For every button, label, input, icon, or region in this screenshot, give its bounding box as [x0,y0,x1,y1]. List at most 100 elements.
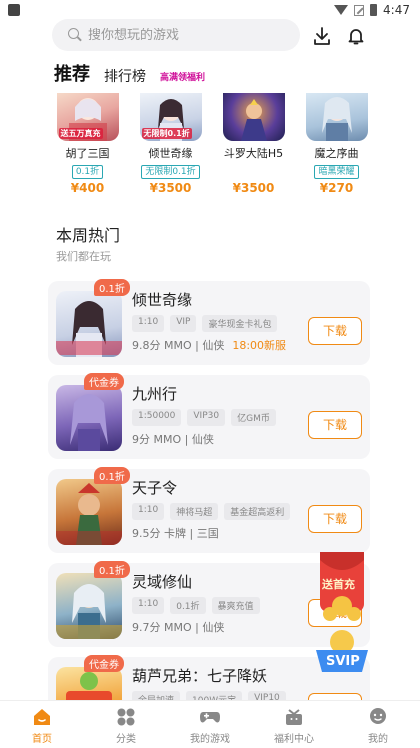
game-tag: 暴爽充值 [211,597,260,614]
bottom-nav: 首页 分类 我的游戏 福利中心 我的 [0,700,420,748]
game-tag: 0.1折 [71,165,104,179]
game-list-item[interactable]: 代金券 九州行 1:50000 VIP30 亿GM币 9分 MMO | 仙侠 下… [48,373,370,459]
first-charge-redpack[interactable]: 送首充 [318,550,366,626]
game-tag: 神将马超 [170,503,219,520]
download-button[interactable]: 下载 [308,505,362,533]
voucher-badge: 代金券 [84,655,124,672]
game-meta: 9.8分 MMO | 仙侠 18:00新服 [132,337,286,353]
game-tag: 1:10 [132,503,165,520]
section-subtitle: 我们都在玩 [56,250,111,263]
section-title: 本周热门 [56,226,121,245]
voucher-badge: 代金券 [84,373,124,390]
game-name: 葫芦兄弟：七子降妖 [132,667,268,685]
search-icon [68,28,82,42]
cover-label: 无限制0.1折 [141,128,192,139]
nav-category[interactable]: 分类 [84,701,168,748]
game-tag: VIP30 [187,409,226,426]
top-tabs: 推荐 排行榜 高满领福利 [54,60,205,86]
game-meta: 9分 MMO | 仙侠 [132,431,214,447]
game-tag: VIP [170,315,197,332]
recommended-item[interactable]: 无限制0.1折 倾世奇缘 无限制0.1折 ¥3500 [129,93,212,203]
status-bar: 4:47 [0,0,420,20]
game-name: 魔之序曲 [314,147,359,160]
game-icon [56,385,122,451]
game-price: ¥3500 [149,181,192,195]
recommended-item[interactable]: 送五万真充 胡了三国 0.1折 ¥400 [46,93,129,203]
nav-profile[interactable]: 我的 [336,701,420,748]
search-bar[interactable] [52,19,300,51]
game-cover [305,93,368,141]
recommended-item[interactable]: 魔之序曲 暗黑荣耀 ¥270 [295,93,378,203]
game-icon [56,291,122,357]
rating-genre: 9.8分 MMO | 仙侠 [132,339,225,352]
bell-icon[interactable] [344,24,368,48]
nav-label: 分类 [116,734,136,745]
discount-badge: 0.1折 [94,561,130,578]
game-tags: 1:10 VIP 豪华现金卡礼包 [132,315,278,332]
tab-recommend[interactable]: 推荐 [54,60,90,86]
svip-button[interactable]: SVIP [312,628,372,676]
recommended-row: 送五万真充 胡了三国 0.1折 ¥400 无限制0.1折 倾世奇缘 无限制0.1… [46,93,386,203]
search-input[interactable] [88,27,288,43]
tab-welfare[interactable]: 高满领福利 [160,70,205,83]
game-price: ¥270 [319,181,354,195]
battery-icon [370,4,378,16]
game-tags: 1:50000 VIP30 亿GM币 [132,409,276,426]
svip-label: SVIP [326,654,360,669]
rating-genre: 9.7分 MMO | 仙侠 [132,621,225,634]
game-name: 斗罗大陆H5 [223,147,284,160]
game-name: 灵域修仙 [132,573,193,591]
game-icon [56,479,122,545]
game-cover: 无限制0.1折 [139,93,202,141]
download-icon[interactable] [310,24,334,48]
redpack-label: 送首充 [322,578,355,591]
signal-icon [354,4,365,16]
nav-welfare[interactable]: 福利中心 [252,701,336,748]
game-tag: 豪华现金卡礼包 [202,315,278,332]
nav-label: 首页 [32,734,52,745]
game-name: 九州行 [132,385,178,403]
header [0,18,420,54]
cover-label: 送五万真充 [58,128,103,139]
category-icon [115,707,137,727]
game-tag: 1:10 [132,597,165,614]
nav-label: 我的游戏 [190,734,230,745]
game-cover [222,93,285,141]
home-icon [31,707,53,727]
game-tag: 1:10 [132,315,165,332]
game-name: 倾世奇缘 [148,147,193,160]
download-button[interactable]: 下载 [308,411,362,439]
game-meta: 9.5分 卡牌 | 三国 [132,525,219,541]
game-tag: 亿GM币 [231,409,276,426]
game-tags: 1:10 神将马超 基金超高返利 [132,503,291,520]
game-list-item[interactable]: 0.1折 天子令 1:10 神将马超 基金超高返利 9.5分 卡牌 | 三国 下… [48,467,370,553]
recommended-item[interactable]: 斗罗大陆H5 ¥3500 [212,93,295,203]
gift-icon [283,707,305,727]
nav-my-games[interactable]: 我的游戏 [168,701,252,748]
game-tag: 暗黑荣耀 [314,165,359,179]
download-button[interactable]: 下载 [308,317,362,345]
game-tag: 基金超高返利 [224,503,291,520]
rating-genre: 9分 MMO | 仙侠 [132,433,214,446]
game-name: 天子令 [132,479,178,497]
nav-label: 福利中心 [274,734,314,745]
rating-genre: 9.5分 卡牌 | 三国 [132,527,219,540]
new-server-label: 18:00新服 [232,339,287,352]
discount-badge: 0.1折 [94,467,130,484]
game-list-item[interactable]: 0.1折 倾世奇缘 1:10 VIP 豪华现金卡礼包 9.8分 MMO | 仙侠… [48,279,370,365]
game-tag: 1:50000 [132,409,182,426]
game-icon [56,573,122,639]
tab-ranking[interactable]: 排行榜 [104,66,146,86]
game-name: 胡了三国 [65,147,110,160]
game-price: ¥400 [70,181,105,195]
discount-badge: 0.1折 [94,279,130,296]
profile-icon [367,707,389,727]
wifi-icon [334,5,349,15]
nav-label: 我的 [368,734,388,745]
game-tag: 0.1折 [170,597,206,614]
notification-icon [8,4,20,16]
game-cover: 送五万真充 [56,93,119,141]
game-name: 倾世奇缘 [132,291,193,309]
clock: 4:47 [383,3,410,17]
nav-home[interactable]: 首页 [0,701,84,748]
